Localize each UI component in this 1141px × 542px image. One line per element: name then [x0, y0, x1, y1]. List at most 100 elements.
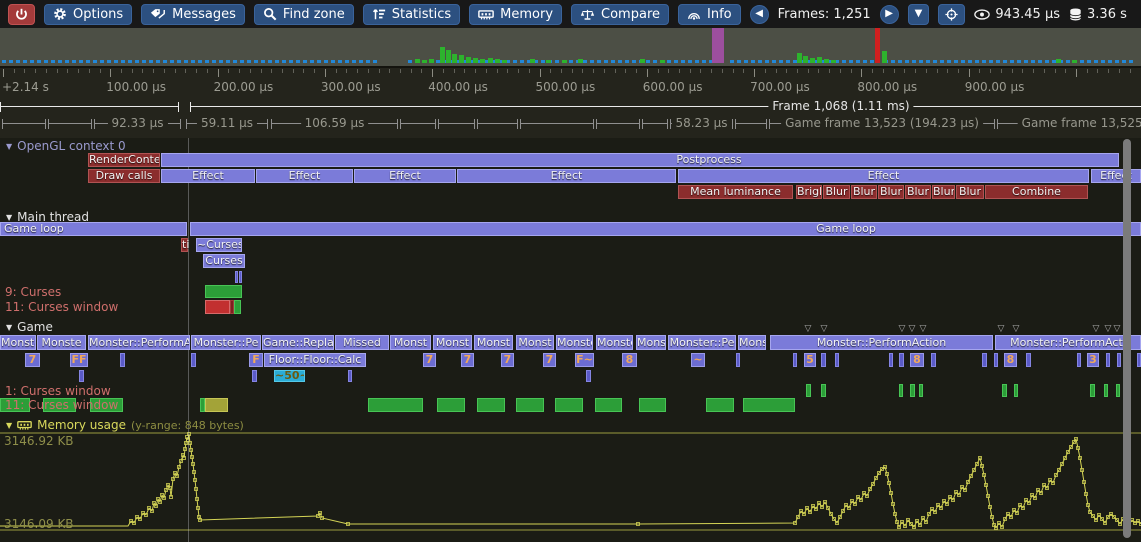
zone[interactable] [736, 353, 740, 367]
zone[interactable] [120, 353, 125, 367]
zone[interactable] [477, 398, 505, 412]
game-frame-segment[interactable]: 92.33 µs [94, 119, 181, 129]
zone-mons[interactable]: Mons [738, 335, 766, 350]
zone-50[interactable]: ~50~ [274, 370, 305, 382]
section-header-memory[interactable]: ▼ Memory usage (y-range: 848 bytes) [6, 418, 244, 432]
zone-floor-floor-calc[interactable]: Floor::Floor::Calc [264, 353, 366, 367]
zone[interactable] [919, 384, 923, 397]
zone-blur[interactable]: Blur [851, 185, 877, 199]
compare-button[interactable]: Compare [571, 4, 669, 25]
zone-game-replay[interactable]: Game::Replay [262, 335, 334, 350]
zone[interactable] [235, 271, 238, 283]
zone[interactable] [821, 353, 826, 367]
zone[interactable] [437, 398, 465, 412]
zone-8[interactable]: 8 [622, 353, 637, 367]
zone-draw-calls[interactable]: Draw calls [88, 169, 160, 183]
zone[interactable] [1014, 384, 1018, 397]
zone-blur[interactable]: Blur [878, 185, 904, 199]
game-frame-segment[interactable]: 106.59 µs [271, 119, 398, 129]
section-header-game[interactable]: ▼ Game [6, 320, 53, 334]
next-frame-button[interactable]: ▶ [880, 5, 899, 24]
main-frame-segment[interactable]: Frame 1,068 (1.11 ms) [190, 102, 1141, 112]
options-button[interactable]: Options [44, 4, 132, 25]
zone[interactable] [806, 384, 811, 397]
power-button[interactable] [8, 4, 35, 25]
zone-monster-performaction[interactable]: Monster::PerformAction [770, 335, 993, 350]
zone-7[interactable]: 7 [501, 353, 514, 367]
zone[interactable] [205, 398, 228, 412]
info-button[interactable]: Info [678, 4, 741, 25]
zone-effect[interactable]: Effect [1091, 169, 1141, 183]
message-marker-icon[interactable]: ▽ [1013, 325, 1020, 334]
zone-monste[interactable]: Monste [0, 335, 36, 350]
zone-monster-pe[interactable]: Monster::Pe [191, 335, 261, 350]
game-frame-segment[interactable]: 59.11 µs [186, 119, 268, 129]
zone-8[interactable]: 8 [910, 353, 924, 367]
zone[interactable] [931, 353, 936, 367]
zone[interactable] [706, 398, 734, 412]
zone-monste[interactable]: Monste [37, 335, 86, 350]
zone[interactable] [1116, 384, 1120, 397]
zone[interactable] [821, 384, 826, 397]
message-marker-icon[interactable]: ▽ [1105, 325, 1112, 334]
message-marker-icon[interactable]: ▽ [821, 325, 828, 334]
zone-effect[interactable]: Effect [161, 169, 255, 183]
zone-mean-luminance[interactable]: Mean luminance [678, 185, 793, 199]
zone[interactable] [595, 398, 622, 412]
zone-effect[interactable]: Effect [354, 169, 456, 183]
message-marker-icon[interactable]: ▽ [805, 325, 812, 334]
game-frame-segment[interactable] [642, 119, 668, 129]
game-frame-segment[interactable] [48, 119, 92, 129]
zone[interactable] [205, 300, 230, 314]
zone-monst[interactable]: Monst [516, 335, 554, 350]
zone[interactable] [889, 353, 893, 367]
message-marker-icon[interactable]: ▽ [909, 325, 916, 334]
zone-combine[interactable]: Combine [985, 185, 1088, 199]
zone-effect[interactable]: Effect [678, 169, 1089, 183]
zone[interactable] [368, 398, 423, 412]
zone-7[interactable]: 7 [461, 353, 474, 367]
zone[interactable] [252, 370, 257, 382]
zone-effect[interactable]: Effect [457, 169, 676, 183]
zone-monst[interactable]: Monst [390, 335, 431, 350]
section-header-main-thread[interactable]: ▼ Main thread [6, 210, 89, 224]
main-frame-segment[interactable] [0, 102, 179, 112]
memory-button[interactable]: Memory [469, 4, 562, 25]
zone[interactable] [994, 353, 998, 367]
zone-blur[interactable]: Blur [823, 185, 850, 199]
zone-monster-performa[interactable]: Monster::PerformA [88, 335, 190, 350]
find-zone-button[interactable]: Find zone [254, 4, 354, 25]
zone-postprocess[interactable]: Postprocess [161, 153, 1119, 167]
zone-curses[interactable]: ~Curses [196, 238, 242, 252]
section-header-opengl[interactable]: ▼ OpenGL context 0 [6, 139, 126, 153]
zone[interactable] [835, 353, 839, 367]
zone-game-loop[interactable]: Game loop [190, 222, 1141, 236]
game-frame-segment[interactable] [520, 119, 594, 129]
zone[interactable] [1117, 353, 1121, 367]
zone[interactable] [191, 353, 196, 367]
frames-overview-histogram[interactable] [0, 28, 1141, 68]
goto-frame-button[interactable] [938, 4, 965, 25]
zone-ti[interactable]: ti [181, 238, 188, 252]
zone-renderconte[interactable]: RenderConte [88, 153, 160, 167]
message-marker-icon[interactable]: ▽ [1114, 325, 1121, 334]
vertical-scrollbar-thumb[interactable] [1123, 139, 1131, 538]
zone[interactable] [899, 353, 904, 367]
zone-curses[interactable]: Curses [203, 254, 245, 268]
zone[interactable] [1106, 353, 1110, 367]
zone[interactable] [348, 370, 352, 382]
game-frame-segment[interactable] [2, 119, 46, 129]
time-ruler[interactable]: +2.14 s100.00 µs200.00 µs300.00 µs400.00… [0, 68, 1141, 98]
zone[interactable] [205, 285, 242, 298]
game-frame-segment[interactable]: Game frame 13,523 (194.23 µs) [769, 119, 995, 129]
zone-3[interactable]: 3 [1087, 353, 1099, 367]
zone-blur[interactable]: Blur [905, 185, 931, 199]
zone-[interactable]: ~ [691, 353, 705, 367]
zone-7[interactable]: 7 [25, 353, 40, 367]
zone-monste[interactable]: Monste [556, 335, 593, 350]
zone-7[interactable]: 7 [543, 353, 556, 367]
message-marker-icon[interactable]: ▽ [1093, 325, 1100, 334]
zone[interactable] [1077, 353, 1081, 367]
zone[interactable] [234, 300, 241, 314]
zone-f[interactable]: F [249, 353, 263, 367]
